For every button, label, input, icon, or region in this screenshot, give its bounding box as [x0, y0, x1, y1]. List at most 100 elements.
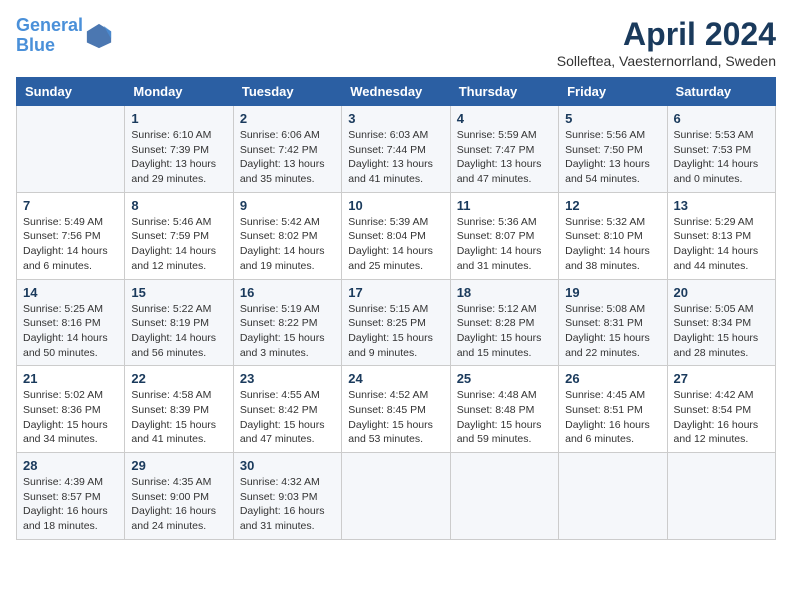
day-number: 9: [240, 198, 335, 213]
calendar-week-4: 21 Sunrise: 5:02 AMSunset: 8:36 PMDayligh…: [17, 366, 776, 453]
calendar-cell: 17 Sunrise: 5:15 AMSunset: 8:25 PMDayligh…: [342, 279, 450, 366]
day-number: 20: [674, 285, 769, 300]
header-friday: Friday: [559, 78, 667, 106]
calendar-week-1: 1Sunrise: 6:10 AMSunset: 7:39 PMDaylight…: [17, 106, 776, 193]
month-title: April 2024: [557, 16, 776, 53]
day-number: 5: [565, 111, 660, 126]
day-number: 13: [674, 198, 769, 213]
day-number: 3: [348, 111, 443, 126]
day-number: 29: [131, 458, 226, 473]
day-number: 1: [131, 111, 226, 126]
title-block: April 2024 Solleftea, Vaesternorrland, S…: [557, 16, 776, 69]
calendar-cell: 29 Sunrise: 4:35 AMSunset: 9:00 PMDayligh…: [125, 453, 233, 540]
calendar-table: SundayMondayTuesdayWednesdayThursdayFrid…: [16, 77, 776, 540]
day-number: 27: [674, 371, 769, 386]
day-detail: Sunrise: 5:59 AMSunset: 7:47 PMDaylight:…: [457, 128, 552, 187]
calendar-cell: 11 Sunrise: 5:36 AMSunset: 8:07 PMDayligh…: [450, 192, 558, 279]
day-number: 26: [565, 371, 660, 386]
header-tuesday: Tuesday: [233, 78, 341, 106]
day-detail: Sunrise: 5:02 AMSunset: 8:36 PMDaylight:…: [23, 388, 118, 447]
calendar-cell: [17, 106, 125, 193]
day-number: 21: [23, 371, 118, 386]
calendar-cell: 25 Sunrise: 4:48 AMSunset: 8:48 PMDayligh…: [450, 366, 558, 453]
day-number: 15: [131, 285, 226, 300]
day-number: 30: [240, 458, 335, 473]
day-detail: Sunrise: 4:55 AMSunset: 8:42 PMDaylight:…: [240, 388, 335, 447]
calendar-cell: 24Sunrise: 4:52 AMSunset: 8:45 PMDayligh…: [342, 366, 450, 453]
day-detail: Sunrise: 5:56 AMSunset: 7:50 PMDaylight:…: [565, 128, 660, 187]
subtitle: Solleftea, Vaesternorrland, Sweden: [557, 53, 776, 69]
header-saturday: Saturday: [667, 78, 775, 106]
day-detail: Sunrise: 5:39 AMSunset: 8:04 PMDaylight:…: [348, 215, 443, 274]
day-detail: Sunrise: 5:19 AMSunset: 8:22 PMDaylight:…: [240, 302, 335, 361]
calendar-cell: 9Sunrise: 5:42 AMSunset: 8:02 PMDaylight…: [233, 192, 341, 279]
day-detail: Sunrise: 4:32 AMSunset: 9:03 PMDaylight:…: [240, 475, 335, 534]
calendar-body: 1Sunrise: 6:10 AMSunset: 7:39 PMDaylight…: [17, 106, 776, 540]
day-detail: Sunrise: 5:36 AMSunset: 8:07 PMDaylight:…: [457, 215, 552, 274]
calendar-cell: [667, 453, 775, 540]
calendar-cell: 19Sunrise: 5:08 AMSunset: 8:31 PMDayligh…: [559, 279, 667, 366]
calendar-cell: 20 Sunrise: 5:05 AMSunset: 8:34 PMDayligh…: [667, 279, 775, 366]
day-number: 12: [565, 198, 660, 213]
header-monday: Monday: [125, 78, 233, 106]
day-detail: Sunrise: 5:46 AMSunset: 7:59 PMDaylight:…: [131, 215, 226, 274]
calendar-cell: 16Sunrise: 5:19 AMSunset: 8:22 PMDayligh…: [233, 279, 341, 366]
day-detail: Sunrise: 5:08 AMSunset: 8:31 PMDaylight:…: [565, 302, 660, 361]
calendar-week-3: 14 Sunrise: 5:25 AMSunset: 8:16 PMDayligh…: [17, 279, 776, 366]
calendar-cell: [559, 453, 667, 540]
calendar-cell: [342, 453, 450, 540]
day-number: 8: [131, 198, 226, 213]
calendar-cell: 5 Sunrise: 5:56 AMSunset: 7:50 PMDaylight…: [559, 106, 667, 193]
calendar-cell: [450, 453, 558, 540]
day-detail: Sunrise: 4:52 AMSunset: 8:45 PMDaylight:…: [348, 388, 443, 447]
header-sunday: Sunday: [17, 78, 125, 106]
day-detail: Sunrise: 5:25 AMSunset: 8:16 PMDaylight:…: [23, 302, 118, 361]
calendar-header-row: SundayMondayTuesdayWednesdayThursdayFrid…: [17, 78, 776, 106]
day-number: 7: [23, 198, 118, 213]
calendar-cell: 12Sunrise: 5:32 AMSunset: 8:10 PMDayligh…: [559, 192, 667, 279]
day-detail: Sunrise: 4:42 AMSunset: 8:54 PMDaylight:…: [674, 388, 769, 447]
day-number: 23: [240, 371, 335, 386]
day-number: 6: [674, 111, 769, 126]
day-detail: Sunrise: 5:53 AMSunset: 7:53 PMDaylight:…: [674, 128, 769, 187]
day-detail: Sunrise: 5:05 AMSunset: 8:34 PMDaylight:…: [674, 302, 769, 361]
calendar-cell: 27 Sunrise: 4:42 AMSunset: 8:54 PMDayligh…: [667, 366, 775, 453]
day-detail: Sunrise: 4:58 AMSunset: 8:39 PMDaylight:…: [131, 388, 226, 447]
day-detail: Sunrise: 5:12 AMSunset: 8:28 PMDaylight:…: [457, 302, 552, 361]
day-number: 11: [457, 198, 552, 213]
day-detail: Sunrise: 4:39 AMSunset: 8:57 PMDaylight:…: [23, 475, 118, 534]
calendar-cell: 10 Sunrise: 5:39 AMSunset: 8:04 PMDayligh…: [342, 192, 450, 279]
header-wednesday: Wednesday: [342, 78, 450, 106]
calendar-cell: 26Sunrise: 4:45 AMSunset: 8:51 PMDayligh…: [559, 366, 667, 453]
logo-text: General Blue: [16, 16, 83, 56]
calendar-cell: 28Sunrise: 4:39 AMSunset: 8:57 PMDayligh…: [17, 453, 125, 540]
logo: General Blue: [16, 16, 113, 56]
calendar-cell: 18 Sunrise: 5:12 AMSunset: 8:28 PMDayligh…: [450, 279, 558, 366]
calendar-cell: 21 Sunrise: 5:02 AMSunset: 8:36 PMDayligh…: [17, 366, 125, 453]
page-header: General Blue April 2024 Solleftea, Vaest…: [16, 16, 776, 69]
calendar-cell: 4 Sunrise: 5:59 AMSunset: 7:47 PMDaylight…: [450, 106, 558, 193]
day-number: 14: [23, 285, 118, 300]
day-detail: Sunrise: 4:48 AMSunset: 8:48 PMDaylight:…: [457, 388, 552, 447]
day-number: 22: [131, 371, 226, 386]
day-detail: Sunrise: 5:22 AMSunset: 8:19 PMDaylight:…: [131, 302, 226, 361]
day-detail: Sunrise: 6:03 AMSunset: 7:44 PMDaylight:…: [348, 128, 443, 187]
calendar-cell: 8 Sunrise: 5:46 AMSunset: 7:59 PMDaylight…: [125, 192, 233, 279]
day-number: 18: [457, 285, 552, 300]
calendar-week-2: 7 Sunrise: 5:49 AMSunset: 7:56 PMDaylight…: [17, 192, 776, 279]
calendar-cell: 30 Sunrise: 4:32 AMSunset: 9:03 PMDayligh…: [233, 453, 341, 540]
calendar-cell: 7 Sunrise: 5:49 AMSunset: 7:56 PMDaylight…: [17, 192, 125, 279]
calendar-cell: 2 Sunrise: 6:06 AMSunset: 7:42 PMDaylight…: [233, 106, 341, 193]
day-detail: Sunrise: 5:15 AMSunset: 8:25 PMDaylight:…: [348, 302, 443, 361]
day-number: 17: [348, 285, 443, 300]
day-detail: Sunrise: 6:06 AMSunset: 7:42 PMDaylight:…: [240, 128, 335, 187]
day-number: 2: [240, 111, 335, 126]
day-number: 4: [457, 111, 552, 126]
calendar-cell: 14 Sunrise: 5:25 AMSunset: 8:16 PMDayligh…: [17, 279, 125, 366]
day-detail: Sunrise: 4:35 AMSunset: 9:00 PMDaylight:…: [131, 475, 226, 534]
day-detail: Sunrise: 5:49 AMSunset: 7:56 PMDaylight:…: [23, 215, 118, 274]
logo-icon: [85, 22, 113, 50]
day-number: 10: [348, 198, 443, 213]
day-number: 25: [457, 371, 552, 386]
calendar-cell: 1Sunrise: 6:10 AMSunset: 7:39 PMDaylight…: [125, 106, 233, 193]
